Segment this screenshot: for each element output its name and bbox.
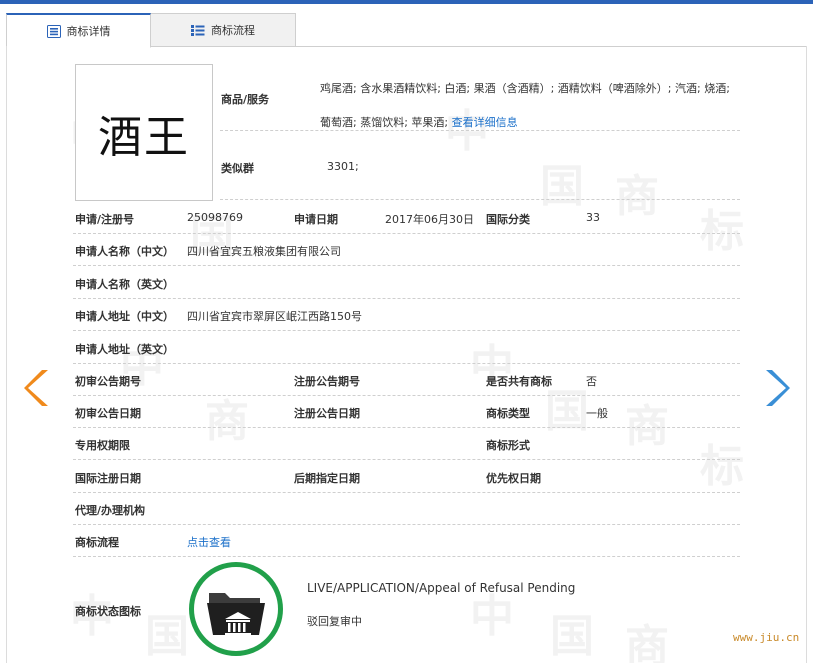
list-bullets-icon [191,24,205,37]
row-divider [73,427,740,428]
similar-group-value: 3301; [327,160,359,173]
apply-date-value: 2017年06月30日 [385,213,474,226]
view-process-link[interactable]: 点击查看 [187,534,231,550]
trademark-type-value: 一般 [586,407,608,420]
goods-services-text: 鸡尾酒; 含水果酒精饮料; 白酒; 果酒（含酒精）; 酒精饮料（啤酒除外）; 汽… [320,82,730,129]
trademark-type-label: 商标类型 [486,407,530,420]
status-ring [189,562,283,656]
row-divider [73,298,740,299]
list-detail-icon [46,24,61,38]
watermark-char: 国 [540,161,584,212]
status-chinese: 驳回复审中 [307,615,362,628]
tab-bar: 商标详情 商标流程 [6,13,807,48]
row-divider [220,130,740,131]
watermark-char: 国 [145,611,189,662]
tab-trademark-details[interactable]: 商标详情 [6,13,151,48]
tab-trademark-process[interactable]: 商标流程 [151,13,296,47]
goods-services-label: 商品/服务 [221,93,270,106]
trademark-image-text: 酒王 [98,111,190,163]
applicant-en-label: 申请人名称（英文） [75,278,174,291]
prelim-issue-label: 初审公告期号 [75,375,141,388]
address-cn-label: 申请人地址（中文） [75,310,174,323]
applicant-cn-label: 申请人名称（中文） [75,245,174,258]
top-accent-bar [0,0,813,4]
shared-trademark-label: 是否共有商标 [486,375,552,388]
prev-record-button[interactable] [22,368,50,411]
reg-no-value: 25098769 [187,211,243,224]
prelim-date-label: 初审公告日期 [75,407,141,420]
trademark-form-label: 商标形式 [486,439,530,452]
watermark-char: 商 [615,171,659,222]
intl-class-value: 33 [586,211,600,224]
watermark-char: 商 [625,621,669,663]
status-icon-label: 商标状态图标 [75,605,141,618]
priority-date-label: 优先权日期 [486,472,541,485]
row-divider [73,492,740,493]
agent-label: 代理/办理机构 [75,504,146,517]
watermark-char: 标 [700,206,744,257]
reg-date-label: 注册公告日期 [294,407,360,420]
row-divider [73,265,740,266]
row-divider [220,199,740,200]
exclusive-period-label: 专用权期限 [75,439,130,452]
row-divider [73,363,740,364]
address-en-label: 申请人地址（英文） [75,343,174,356]
shared-trademark-value: 否 [586,375,597,388]
trademark-image: 酒王 [75,64,213,201]
tab-label: 商标流程 [211,24,255,37]
applicant-cn-value: 四川省宜宾五粮液集团有限公司 [187,245,341,258]
intl-reg-date-label: 国际注册日期 [75,472,141,485]
view-detail-link[interactable]: 查看详细信息 [452,116,518,129]
trademark-process-label: 商标流程 [75,536,119,549]
chevron-left-icon [24,370,48,406]
address-cn-value: 四川省宜宾市翠屏区岷江西路150号 [187,310,362,323]
row-divider [73,556,740,557]
watermark-char: 标 [700,441,744,492]
watermark-char: 国 [550,611,594,662]
later-designation-date-label: 后期指定日期 [294,472,360,485]
tab-label: 商标详情 [66,25,111,38]
row-divider [73,524,740,525]
intl-class-label: 国际分类 [486,213,530,226]
apply-date-label: 申请日期 [294,213,338,226]
row-divider [73,395,740,396]
status-english: LIVE/APPLICATION/Appeal of Refusal Pendi… [307,581,576,595]
chevron-right-icon [766,370,790,406]
site-watermark: www.jiu.cn [733,631,800,644]
row-divider [73,459,740,460]
watermark-char: 商 [625,401,669,452]
row-divider [73,330,740,331]
folder-courthouse-icon [207,593,265,636]
row-divider [73,233,740,234]
reg-no-label: 申请/注册号 [75,213,135,226]
reg-issue-label: 注册公告期号 [294,375,360,388]
similar-group-label: 类似群 [221,162,254,175]
next-record-button[interactable] [764,368,792,411]
